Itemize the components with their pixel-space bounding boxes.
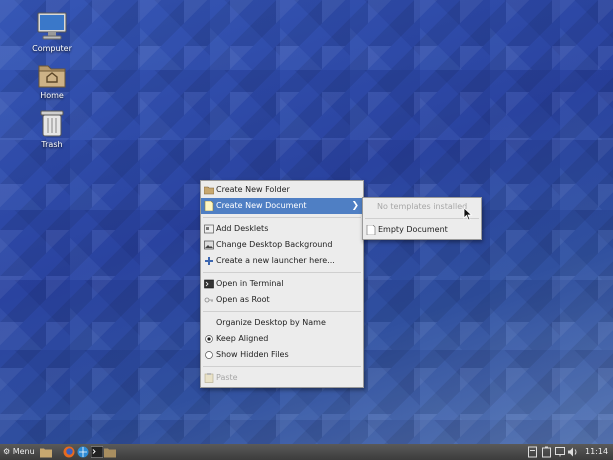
menu-item-label: Organize Desktop by Name [216, 318, 326, 327]
desktop-context-menu: Create New Folder Create New Document ❯ … [200, 180, 364, 388]
menu-item-create-new-document[interactable]: Create New Document ❯ [201, 198, 363, 214]
desktop-icon-computer[interactable]: Computer [22, 12, 82, 53]
image-icon [204, 240, 214, 250]
firefox-icon[interactable] [63, 446, 75, 458]
menu-item-change-desktop-background[interactable]: Change Desktop Background [201, 237, 363, 253]
menu-item-show-hidden-files[interactable]: Show Hidden Files [201, 347, 363, 363]
folder-icon [204, 186, 214, 195]
menu-item-label: Keep Aligned [216, 334, 269, 343]
menu-item-open-in-terminal[interactable]: Open in Terminal [201, 276, 363, 292]
radio-unchecked-icon [205, 351, 213, 359]
desktop-background[interactable]: Computer Home Trash Create New Folder Cr… [0, 0, 613, 444]
menu-button-label: Menu [12, 447, 35, 456]
display-icon[interactable] [555, 446, 565, 458]
volume-icon[interactable] [568, 446, 578, 458]
menu-item-label: Change Desktop Background [216, 240, 333, 249]
menu-item-add-desklets[interactable]: Add Desklets [201, 221, 363, 237]
computer-icon [37, 12, 67, 40]
menu-item-label: Empty Document [378, 225, 448, 234]
plus-icon [205, 257, 213, 265]
clock[interactable]: 11:14 [585, 446, 608, 458]
menu-item-label: No templates installed [377, 202, 468, 211]
desktop-icon-label: Trash [41, 140, 63, 149]
desktop-icon-label: Computer [32, 44, 72, 53]
menu-separator [365, 218, 479, 219]
desktop-icon-trash[interactable]: Trash [22, 108, 82, 149]
menu-item-keep-aligned[interactable]: Keep Aligned [201, 331, 363, 347]
menu-separator [203, 272, 361, 273]
menu-item-label: Show Hidden Files [216, 350, 289, 359]
paste-icon [204, 373, 214, 383]
battery-icon[interactable] [542, 446, 551, 458]
menu-item-label: Paste [216, 373, 238, 382]
home-folder-icon [38, 65, 66, 88]
menu-item-label: Create New Document [216, 201, 307, 210]
desktop-icon-label: Home [40, 91, 64, 100]
gear-icon: ⚙ [3, 447, 11, 456]
menu-item-label: Open as Root [216, 295, 270, 304]
terminal-icon[interactable] [91, 446, 103, 458]
menu-separator [203, 311, 361, 312]
document-icon [204, 201, 214, 211]
desklet-icon [204, 224, 214, 234]
document-icon [366, 225, 376, 235]
menu-button[interactable]: ⚙ Menu [3, 446, 35, 458]
mouse-pointer-icon [463, 207, 473, 221]
terminal-icon [204, 279, 214, 289]
menu-item-label: Add Desklets [216, 224, 269, 233]
desktop-icon-home[interactable]: Home [22, 61, 82, 100]
menu-item-organize-desktop[interactable]: Organize Desktop by Name [201, 315, 363, 331]
submenu-item-empty-document[interactable]: Empty Document [363, 222, 481, 238]
folder-icon[interactable] [40, 446, 52, 458]
menu-item-paste[interactable]: Paste [201, 370, 363, 386]
key-icon [204, 297, 213, 303]
network-icon[interactable] [528, 446, 537, 458]
files-icon[interactable] [104, 446, 116, 458]
menu-item-label: Open in Terminal [216, 279, 284, 288]
menu-item-label: Create a new launcher here... [216, 256, 335, 265]
radio-checked-icon [205, 335, 213, 343]
browser-icon[interactable] [77, 446, 89, 458]
menu-item-create-launcher[interactable]: Create a new launcher here... [201, 253, 363, 269]
menu-item-open-as-root[interactable]: Open as Root [201, 292, 363, 308]
menu-item-create-new-folder[interactable]: Create New Folder [201, 182, 363, 198]
taskbar: ⚙ Menu 11:14 [0, 444, 613, 460]
menu-separator [203, 366, 361, 367]
menu-item-label: Create New Folder [216, 185, 290, 194]
submenu-arrow-icon: ❯ [351, 201, 359, 211]
menu-separator [203, 217, 361, 218]
trash-icon [40, 110, 64, 137]
